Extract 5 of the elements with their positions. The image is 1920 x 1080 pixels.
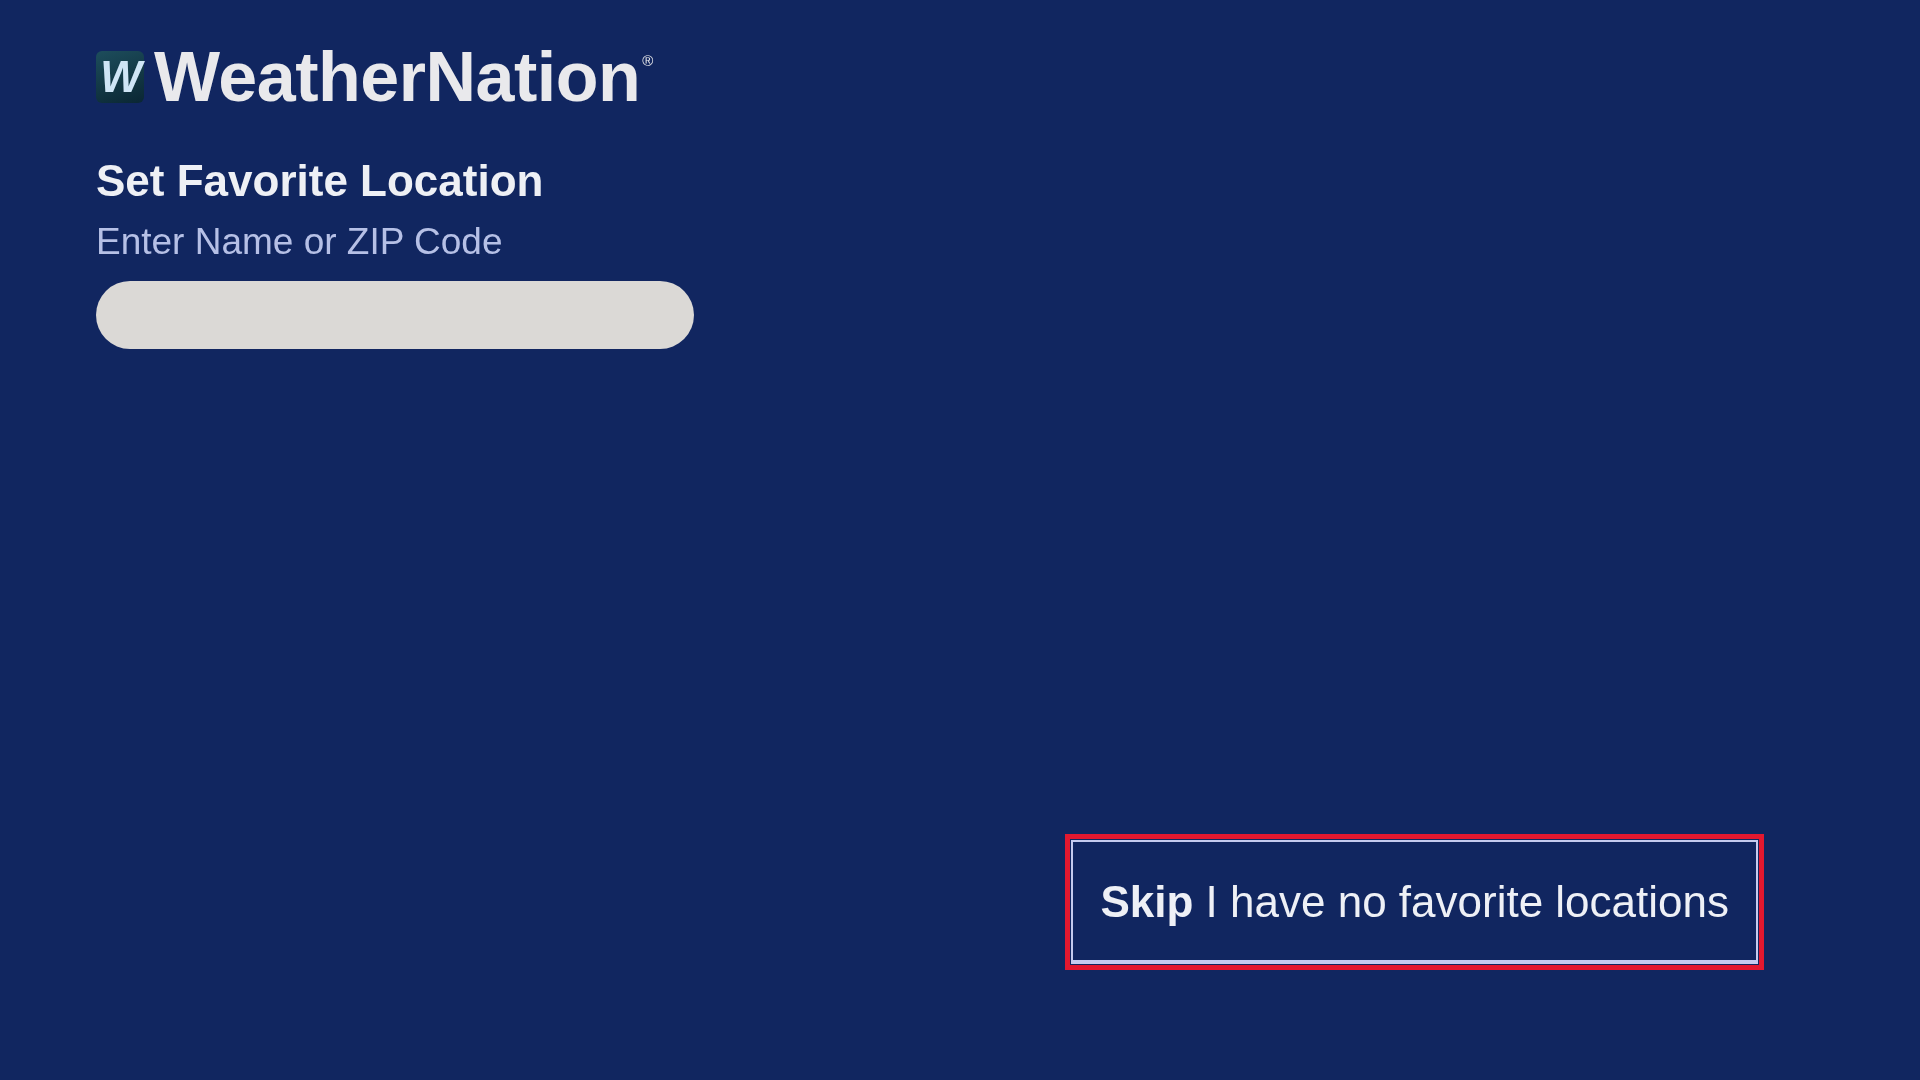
- page-heading: Set Favorite Location: [96, 156, 544, 207]
- search-label: Enter Name or ZIP Code: [96, 220, 503, 264]
- skip-button[interactable]: Skip I have no favorite locations: [1065, 834, 1764, 970]
- brand-wordmark: WeatherNation$^{®}$: [154, 51, 653, 103]
- logo-mark: W: [96, 51, 144, 103]
